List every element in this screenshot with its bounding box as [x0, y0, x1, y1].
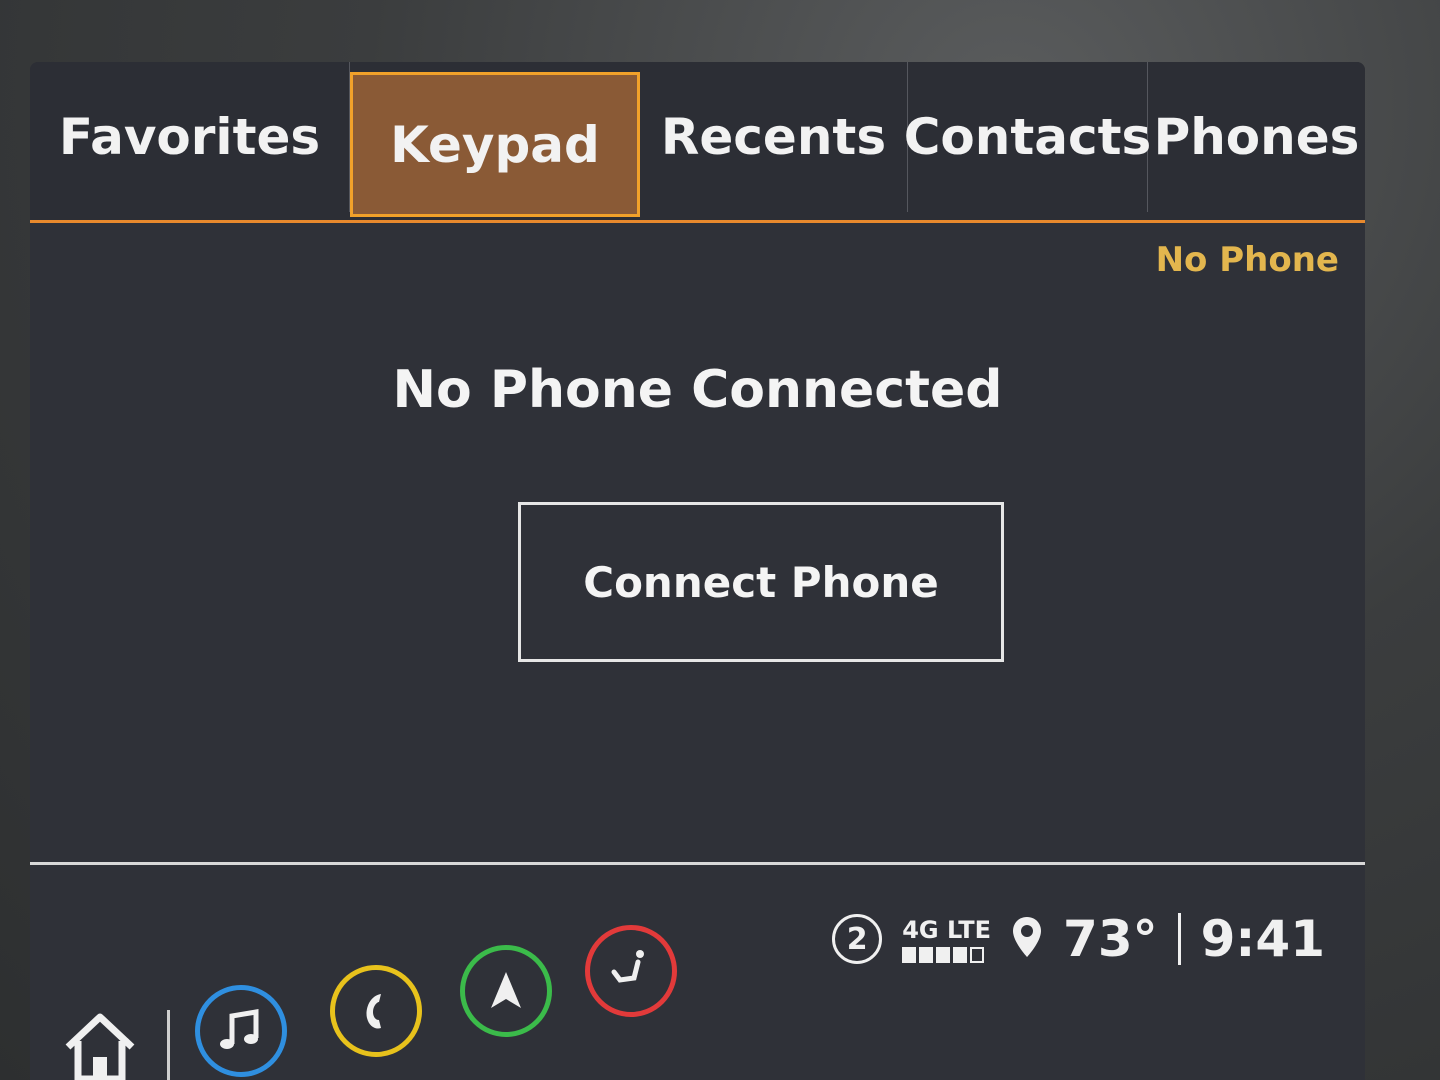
phone-status-label: No Phone [1155, 240, 1339, 280]
phone-icon[interactable] [330, 965, 422, 1057]
tab-keypad[interactable]: Keypad [350, 72, 640, 217]
connect-phone-button[interactable]: Connect Phone [518, 502, 1004, 662]
tab-label: Favorites [58, 108, 321, 166]
tab-favorites[interactable]: Favorites [30, 62, 350, 212]
signal-strength-icon [902, 946, 985, 963]
tab-label: Contacts [903, 108, 1152, 166]
system-status-bar: 2 4G LTE 73° 9:41 [832, 910, 1325, 968]
navigation-icon[interactable] [460, 945, 552, 1037]
location-pin-icon [1011, 915, 1043, 963]
network-indicator: 4G LTE [902, 916, 991, 963]
infotainment-screen: Favorites Keypad Recents Contacts Phones… [30, 62, 1365, 1080]
tab-label: Keypad [390, 115, 600, 174]
music-icon[interactable] [195, 985, 287, 1077]
network-label: 4G LTE [902, 915, 992, 944]
app-dock [30, 865, 1365, 1080]
seat-icon[interactable] [585, 925, 677, 1017]
status-separator [1177, 913, 1181, 965]
temperature-readout: 73° [1063, 910, 1158, 968]
dock-separator [167, 1010, 170, 1080]
tab-label: Phones [1153, 108, 1360, 166]
connect-phone-label: Connect Phone [583, 557, 939, 607]
tab-label: Recents [660, 108, 887, 166]
no-phone-message: No Phone Connected [392, 360, 1003, 420]
tab-recents[interactable]: Recents [640, 62, 908, 212]
tab-contacts[interactable]: Contacts [904, 62, 1151, 212]
notification-badge[interactable]: 2 [832, 914, 883, 964]
tab-phones[interactable]: Phones [1148, 62, 1365, 212]
clock: 9:41 [1200, 910, 1325, 968]
home-icon[interactable] [60, 1005, 140, 1080]
phone-tab-bar: Favorites Keypad Recents Contacts Phones [30, 62, 1365, 223]
